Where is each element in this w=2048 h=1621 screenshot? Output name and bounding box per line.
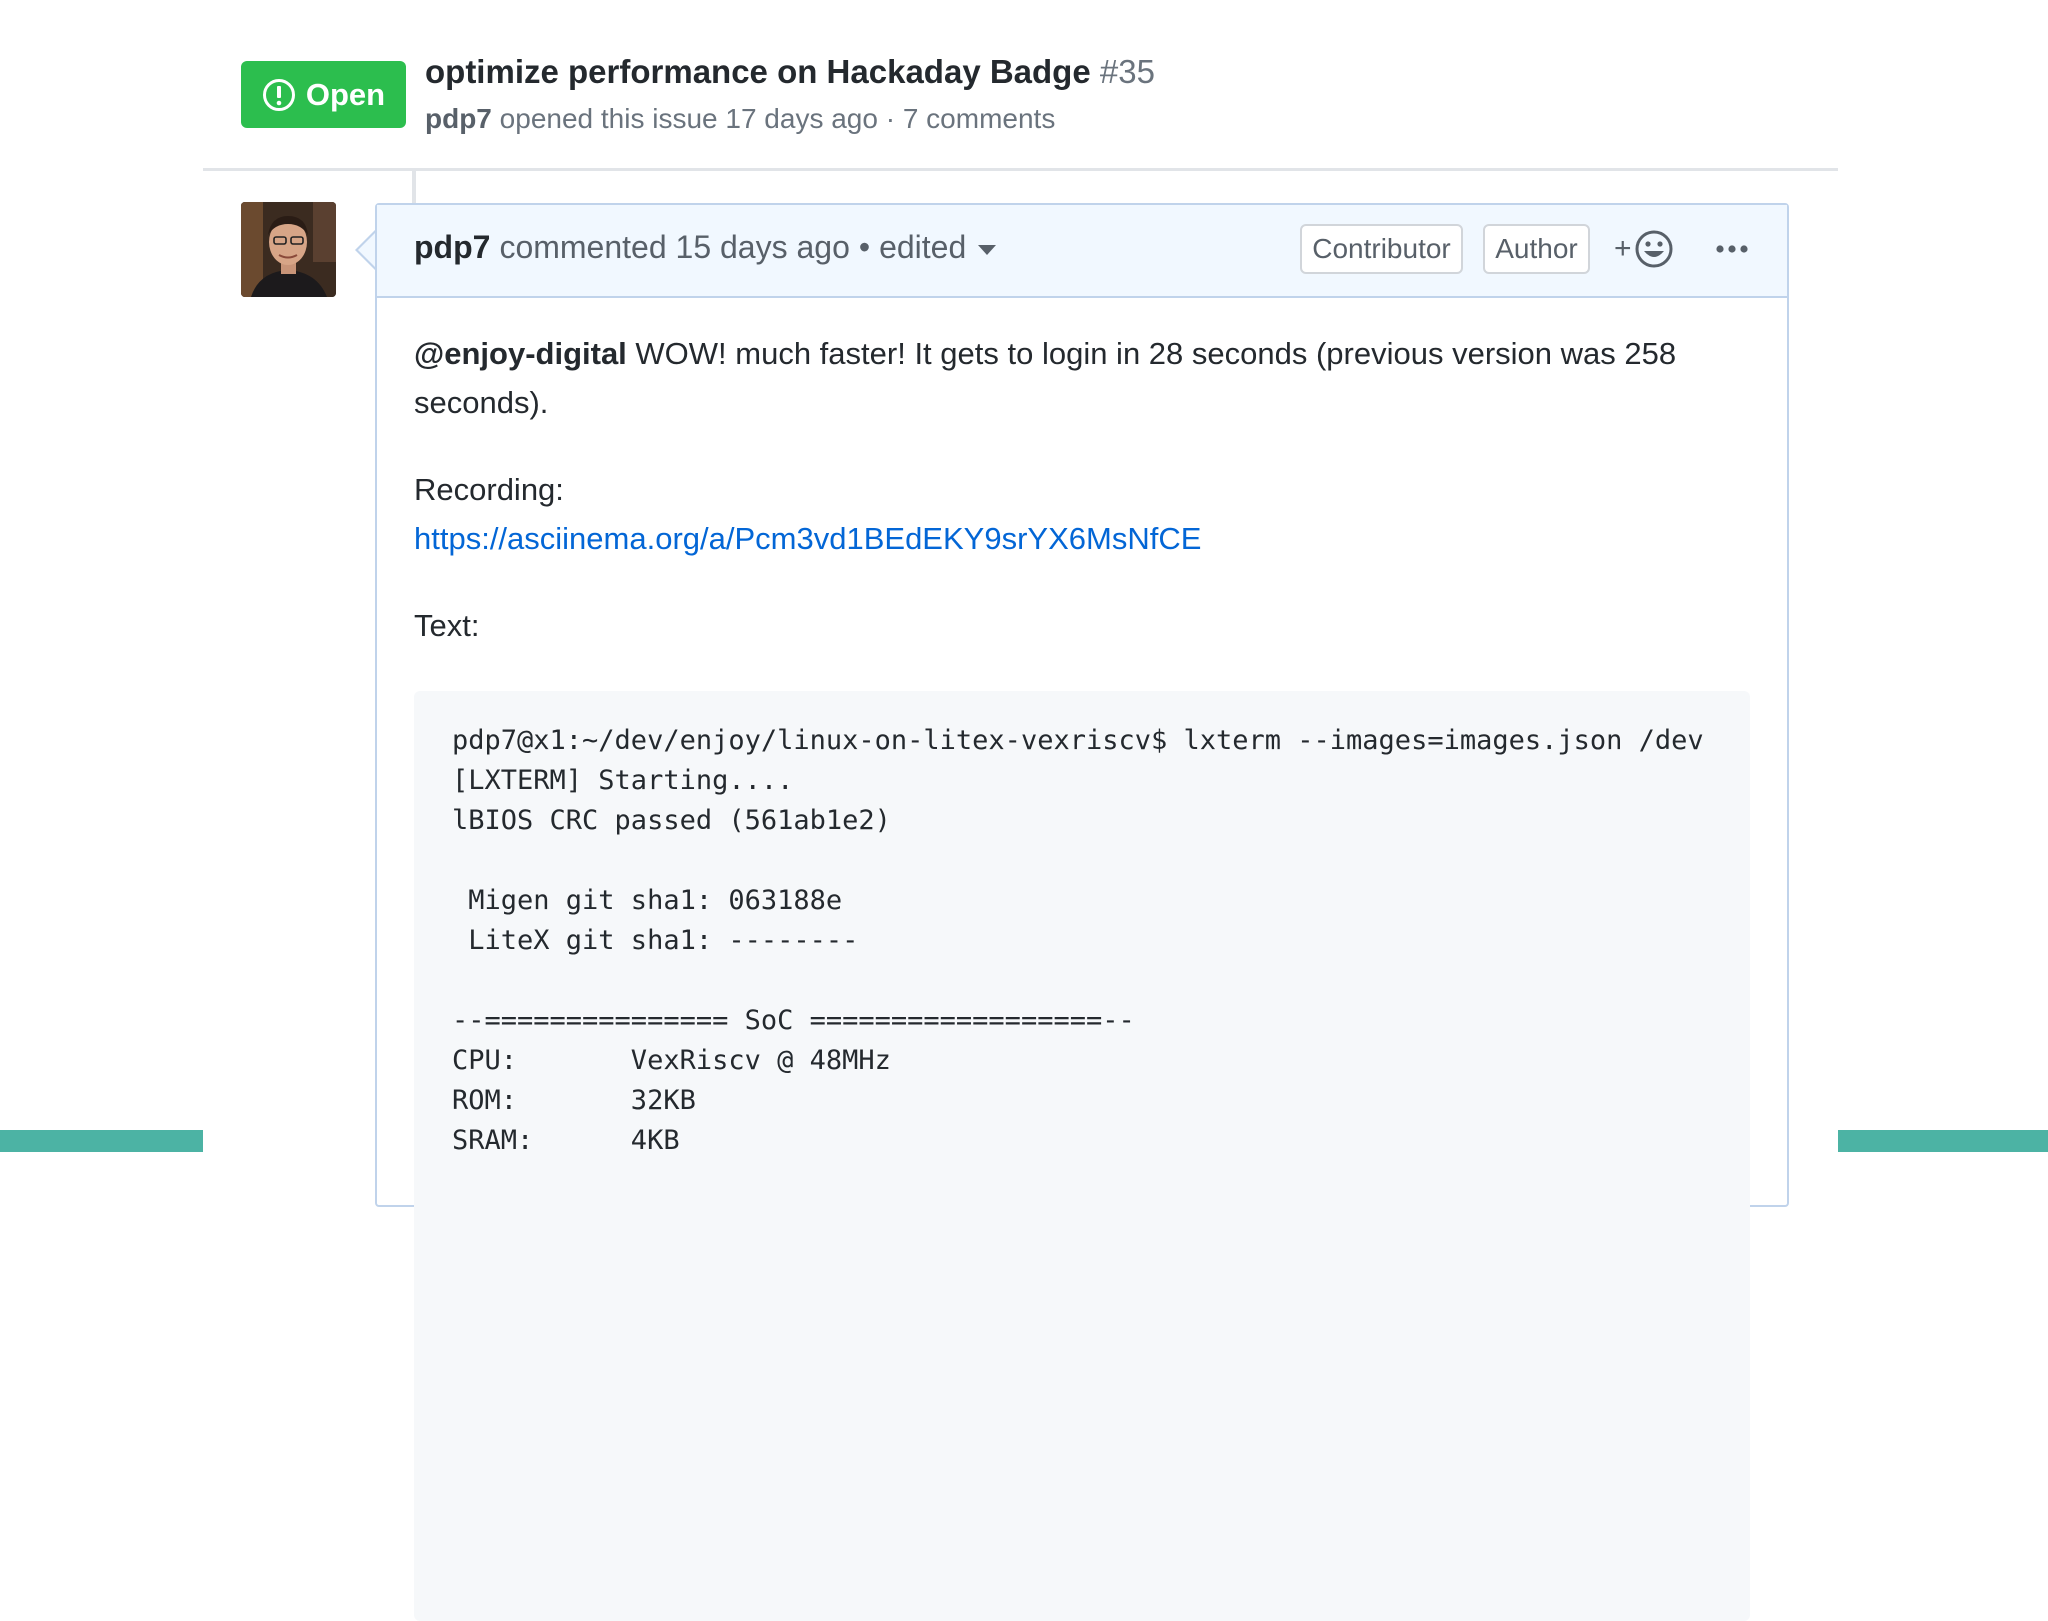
edited-dropdown[interactable]: edited	[879, 229, 997, 266]
comment-body: @enjoy-digital WOW! much faster! It gets…	[377, 298, 1787, 1621]
issue-meta-text: opened this issue 17 days ago · 7 commen…	[499, 103, 1056, 134]
comment-paragraph: @enjoy-digital WOW! much faster! It gets…	[414, 298, 1754, 427]
comment-timestamp[interactable]: commented 15 days ago	[499, 229, 849, 266]
comment-header-info: pdp7 commented 15 days ago • edited	[414, 229, 997, 266]
code-line: [LXTERM] Starting....	[452, 765, 794, 796]
issue-state-label: Open	[305, 76, 386, 112]
timeline-line	[412, 171, 416, 203]
code-line: pdp7@x1:~/dev/enjoy/linux-on-litex-vexri…	[452, 725, 1704, 756]
code-line: ROM: 32KB	[452, 1085, 696, 1116]
code-line: SRAM: 4KB	[452, 1125, 680, 1156]
triangle-down-icon	[978, 244, 997, 255]
issue-title-text: optimize performance on Hackaday Badge	[425, 53, 1091, 90]
header-divider	[203, 168, 1838, 171]
text-label: Text:	[414, 608, 480, 643]
user-mention-link[interactable]: @enjoy-digital	[414, 336, 627, 371]
recording-paragraph: Recording: https://asciinema.org/a/Pcm3v…	[414, 465, 1750, 563]
comment-author-link[interactable]: pdp7	[414, 229, 490, 266]
reaction-plus: +	[1614, 232, 1632, 265]
issue-opened-icon	[262, 78, 295, 111]
code-line: lBIOS CRC passed (561ab1e2)	[452, 805, 891, 836]
issue-author-link[interactable]: pdp7	[425, 103, 492, 134]
teal-bar-left	[0, 1130, 203, 1152]
comment-options-button[interactable]	[1707, 227, 1757, 271]
comment-box: pdp7 commented 15 days ago • edited Cont…	[375, 203, 1789, 1621]
contributor-label: Contributor	[1300, 224, 1463, 274]
code-line: LiteX git sha1: --------	[452, 925, 859, 956]
issue-state-badge: Open	[241, 61, 406, 128]
teal-bar-right	[1838, 1130, 2048, 1152]
code-block: pdp7@x1:~/dev/enjoy/linux-on-litex-vexri…	[414, 691, 1750, 1621]
issue-number: #35	[1099, 53, 1155, 90]
comment-separator: •	[858, 229, 871, 265]
edited-label: edited	[879, 229, 967, 265]
kebab-horizontal-icon	[1716, 245, 1748, 253]
code-line: CPU: VexRiscv @ 48MHz	[452, 1045, 891, 1076]
issue-title: optimize performance on Hackaday Badge #…	[425, 53, 1155, 91]
author-label: Author	[1483, 224, 1590, 274]
recording-label: Recording:	[414, 472, 564, 507]
recording-link[interactable]: https://asciinema.org/a/Pcm3vd1BEdEKY9sr…	[414, 521, 1201, 556]
add-reaction-button[interactable]: +	[1614, 227, 1674, 271]
issue-meta: pdp7 opened this issue 17 days ago · 7 c…	[425, 103, 1055, 135]
code-line: Migen git sha1: 063188e	[452, 885, 843, 916]
smiley-icon	[1635, 230, 1673, 268]
avatar-image	[241, 202, 336, 297]
comment-header: pdp7 commented 15 days ago • edited Cont…	[377, 205, 1787, 298]
avatar[interactable]	[241, 202, 336, 297]
code-line: --=============== SoC ==================…	[452, 1005, 1135, 1036]
